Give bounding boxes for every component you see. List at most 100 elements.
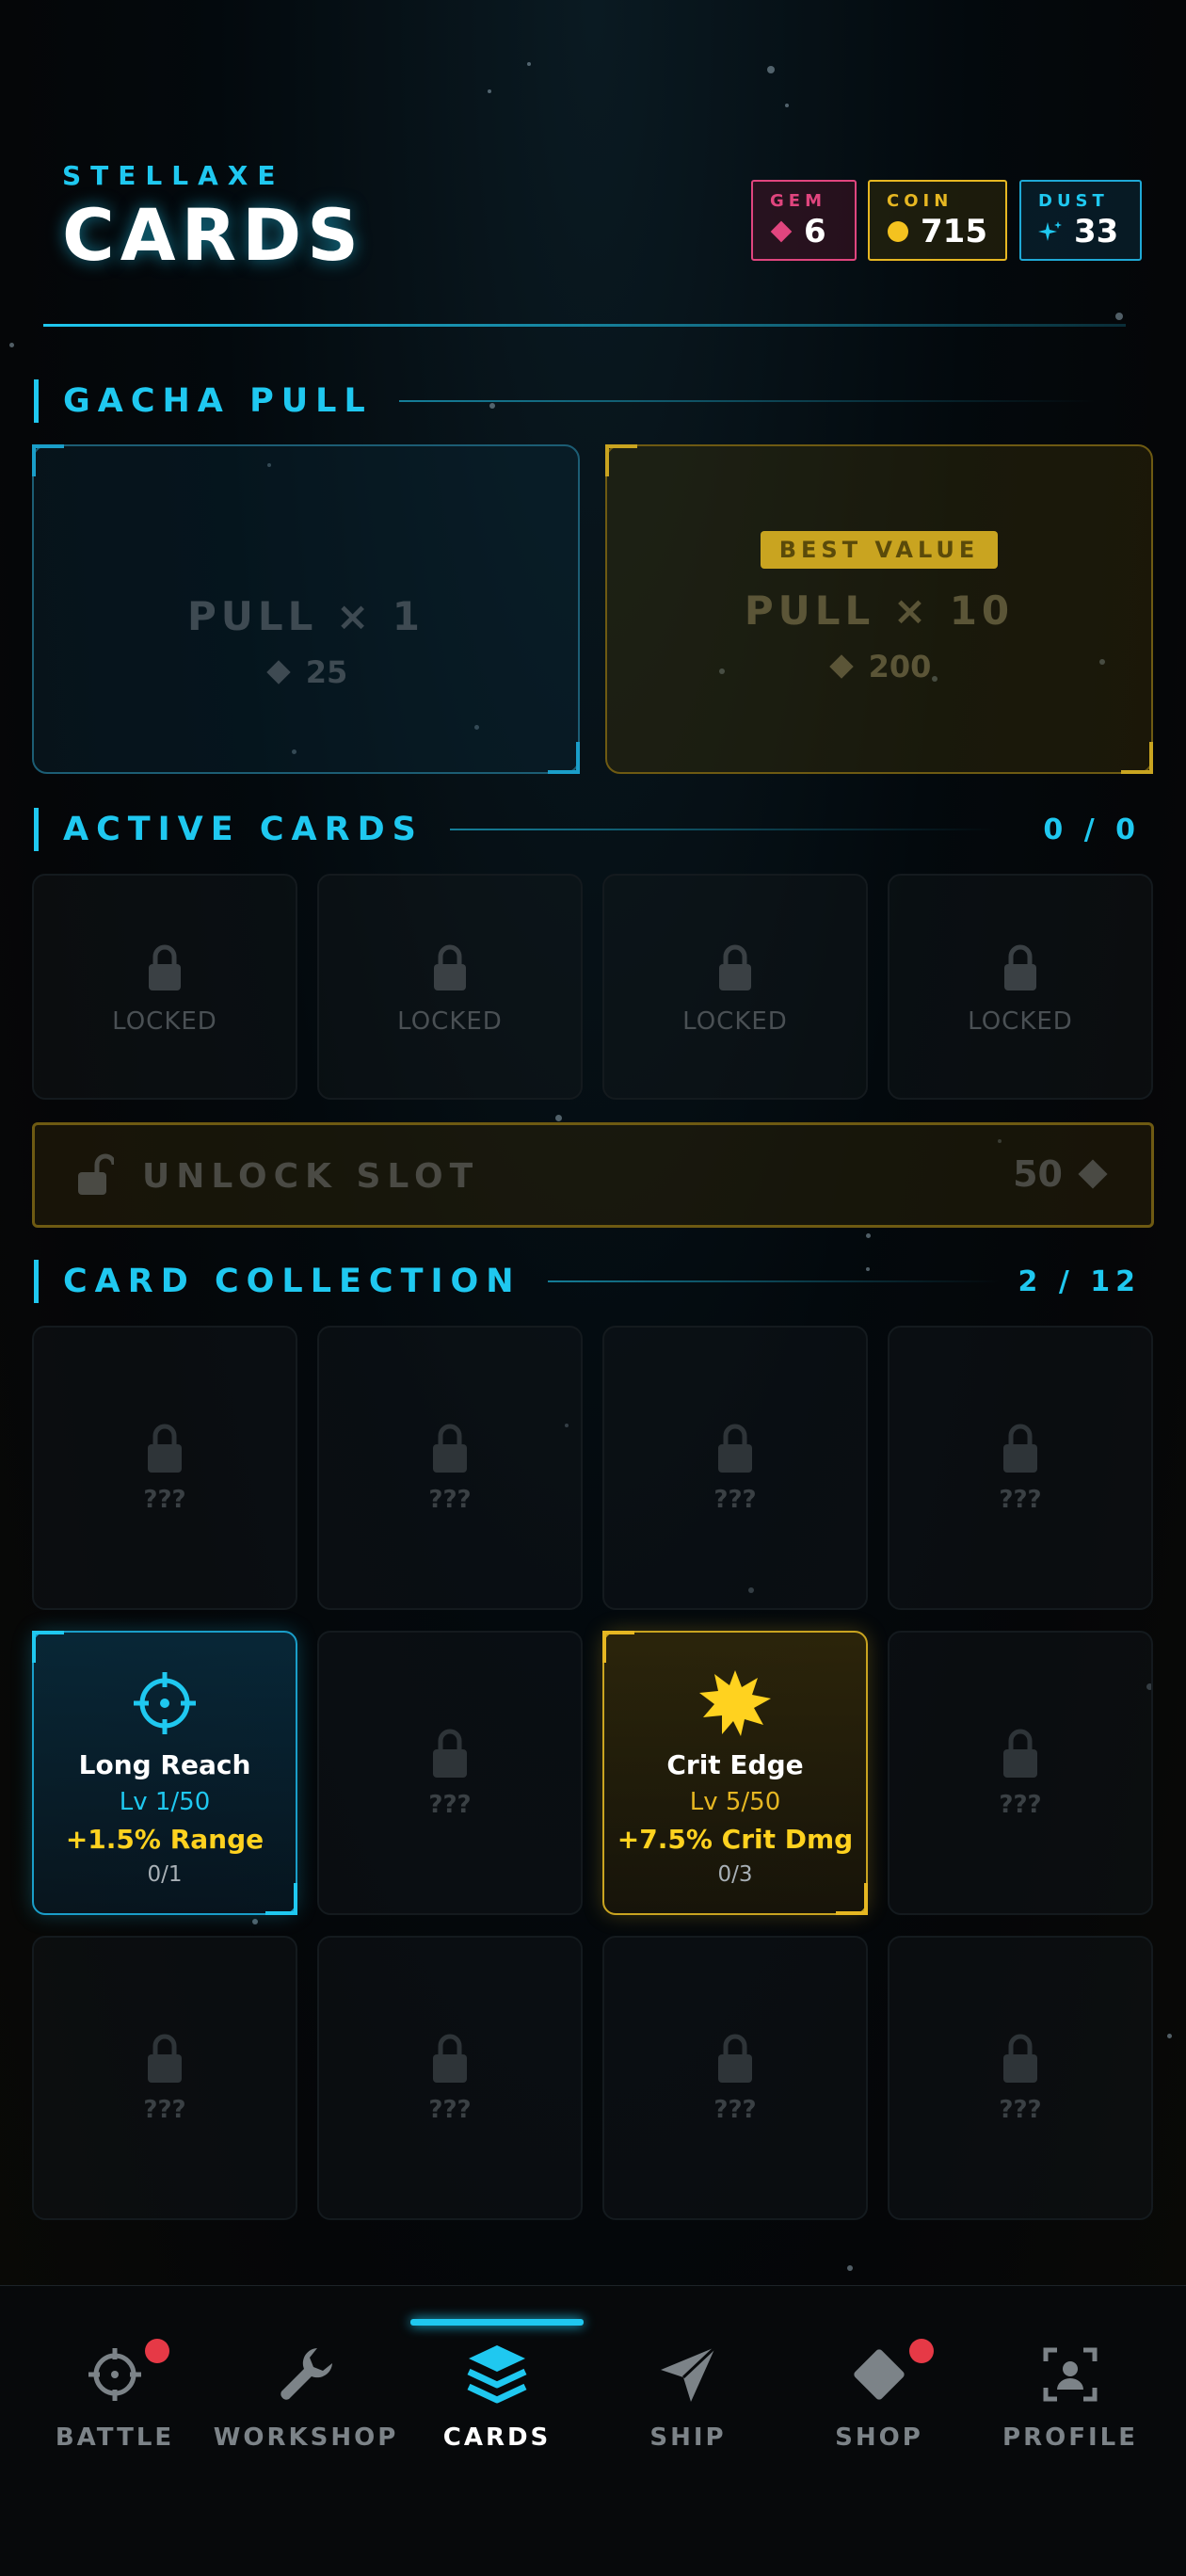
card-locked-label: ??? <box>713 1486 757 1514</box>
active-slot[interactable]: LOCKED <box>32 874 297 1100</box>
card-locked-label: ??? <box>999 1791 1042 1819</box>
lock-icon <box>433 1729 467 1778</box>
gacha-section-header: GACHA PULL <box>34 379 1096 423</box>
page-header: STELLAXE CARDS <box>62 160 364 277</box>
nav-ship[interactable]: SHIP <box>594 2339 782 2452</box>
brand-label: STELLAXE <box>62 160 285 191</box>
sparkle-icon <box>1038 221 1062 241</box>
collection-card-locked[interactable]: ??? <box>602 1936 868 2220</box>
unlock-icon <box>78 1153 114 1195</box>
gem-value: 6 <box>804 213 826 250</box>
burst-icon <box>699 1670 771 1736</box>
lock-icon <box>149 944 181 990</box>
pull-ten-button[interactable]: BEST VALUE PULL × 10 200 <box>605 444 1153 774</box>
gem-icon <box>770 220 793 243</box>
dust-label: DUST <box>1038 191 1109 211</box>
card-long-reach[interactable]: Long Reach Lv 1/50 +1.5% Range 0/1 <box>32 1631 297 1915</box>
card-locked-label: ??? <box>713 2096 757 2124</box>
card-locked-label: ??? <box>999 1486 1042 1514</box>
lock-icon <box>1003 2034 1037 2083</box>
card-locked-label: ??? <box>428 1791 472 1819</box>
active-slot[interactable]: LOCKED <box>888 874 1153 1100</box>
nav-shop-label: SHOP <box>835 2423 923 2452</box>
collection-card-locked[interactable]: ??? <box>32 1936 297 2220</box>
gem-icon <box>828 654 854 679</box>
lock-icon <box>718 2034 752 2083</box>
card-level: Lv 5/50 <box>689 1788 781 1816</box>
lock-icon <box>148 1424 182 1473</box>
card-name: Long Reach <box>78 1749 251 1780</box>
pull-ten-cost: 200 <box>868 649 932 684</box>
crosshair-icon <box>88 2348 141 2401</box>
notification-dot <box>909 2339 934 2363</box>
nav-shop[interactable]: SHOP <box>785 2339 973 2452</box>
card-locked-label: ??? <box>428 1486 472 1514</box>
collection-card-locked[interactable]: ??? <box>317 1326 583 1610</box>
dust-value: 33 <box>1074 213 1119 250</box>
slot-locked-label: LOCKED <box>112 1007 217 1036</box>
slot-locked-label: LOCKED <box>397 1007 503 1036</box>
unlock-slot-button[interactable]: UNLOCK SLOT 50 <box>32 1122 1154 1228</box>
pull-one-button[interactable]: PULL × 1 25 <box>32 444 580 774</box>
nav-cards-label: CARDS <box>442 2423 552 2452</box>
gacha-title: GACHA PULL <box>63 382 373 420</box>
paper-plane-icon <box>661 2345 717 2402</box>
collection-card-locked[interactable]: ??? <box>602 1326 868 1610</box>
best-value-badge: BEST VALUE <box>760 531 999 569</box>
lock-icon <box>434 944 466 990</box>
nav-battle-label: BATTLE <box>55 2423 175 2452</box>
unlock-slot-label: UNLOCK SLOT <box>142 1157 480 1196</box>
collection-card-locked[interactable]: ??? <box>317 1936 583 2220</box>
collection-card-locked[interactable]: ??? <box>888 1936 1153 2220</box>
layers-icon <box>467 2345 527 2404</box>
coin-label: COIN <box>887 191 954 211</box>
card-locked-label: ??? <box>143 1486 186 1514</box>
card-locked-label: ??? <box>143 2096 186 2124</box>
slot-locked-label: LOCKED <box>968 1007 1073 1036</box>
lock-icon <box>148 2034 182 2083</box>
collection-card-locked[interactable]: ??? <box>888 1326 1153 1610</box>
lock-icon <box>719 944 751 990</box>
gem-counter[interactable]: GEM 6 <box>751 180 857 261</box>
active-tab-indicator <box>410 2319 584 2326</box>
card-crit-edge[interactable]: Crit Edge Lv 5/50 +7.5% Crit Dmg 0/3 <box>602 1631 868 1915</box>
coin-icon <box>888 221 908 242</box>
collection-card-locked[interactable]: ??? <box>888 1631 1153 1915</box>
card-name: Crit Edge <box>666 1749 804 1780</box>
page-title: CARDS <box>62 193 364 277</box>
card-level: Lv 1/50 <box>119 1788 211 1816</box>
nav-workshop[interactable]: WORKSHOP <box>212 2339 400 2452</box>
card-locked-label: ??? <box>428 2096 472 2124</box>
lock-icon <box>718 1424 752 1473</box>
pull-ten-label: PULL × 10 <box>744 588 1015 634</box>
unlock-slot-cost: 50 <box>1013 1153 1063 1195</box>
card-progress: 0/1 <box>147 1862 183 1887</box>
nav-profile[interactable]: PROFILE <box>976 2339 1164 2452</box>
lock-icon <box>1003 1729 1037 1778</box>
nav-battle[interactable]: BATTLE <box>21 2339 209 2452</box>
nav-workshop-label: WORKSHOP <box>213 2423 399 2452</box>
collection-section-header: CARD COLLECTION <box>34 1260 1000 1303</box>
header-divider <box>43 324 1126 327</box>
active-cards-section-header: ACTIVE CARDS <box>34 808 996 851</box>
lock-icon <box>433 1424 467 1473</box>
coin-counter[interactable]: COIN 715 <box>868 180 1007 261</box>
pull-one-label: PULL × 1 <box>186 593 425 639</box>
lock-icon <box>433 2034 467 2083</box>
nav-cards[interactable]: CARDS <box>403 2339 591 2452</box>
card-progress: 0/3 <box>717 1862 753 1887</box>
active-cards-count: 0 / 0 <box>1043 813 1141 846</box>
gem-label: GEM <box>770 191 826 211</box>
active-slot[interactable]: LOCKED <box>317 874 583 1100</box>
dust-counter[interactable]: DUST 33 <box>1019 180 1142 261</box>
active-slot[interactable]: LOCKED <box>602 874 868 1100</box>
nav-ship-label: SHIP <box>649 2423 727 2452</box>
collection-card-locked[interactable]: ??? <box>317 1631 583 1915</box>
nav-profile-label: PROFILE <box>1002 2423 1138 2452</box>
slot-locked-label: LOCKED <box>682 1007 788 1036</box>
collection-card-locked[interactable]: ??? <box>32 1326 297 1610</box>
lock-icon <box>1004 944 1036 990</box>
bottom-nav: BATTLE WORKSHOP CARDS SHIP SHOP PROFILE <box>0 2285 1186 2576</box>
card-locked-label: ??? <box>999 2096 1042 2124</box>
coin-value: 715 <box>921 213 987 250</box>
